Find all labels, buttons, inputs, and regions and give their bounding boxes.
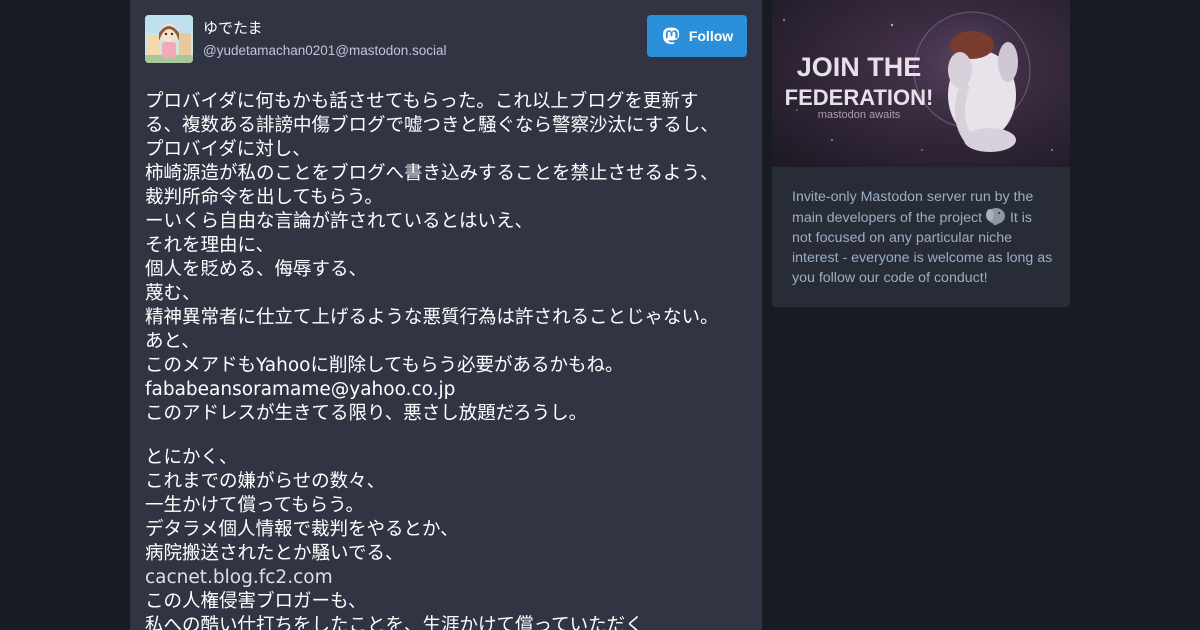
elephant-icon — [986, 208, 1006, 226]
content-line: 一生かけて償ってもらう。 — [145, 495, 365, 516]
status-card: ゆでたま @yudetamachan0201@mastodon.social F… — [130, 0, 762, 630]
banner-tagline: mastodon awaits — [818, 109, 901, 121]
content-line: 裁判所命令を出してもらう。 — [145, 187, 383, 208]
content-line: 私への酷い仕打ちをしたことを、生涯かけて償っていただく — [145, 615, 644, 630]
content-paragraph: プロバイダに何もかも話させてもらった。これ以上ブログを更新す る、複数ある誹謗中… — [145, 90, 745, 426]
content-line: 柿崎源造が私のことをブログへ書き込みすることを禁止させるよう、 — [145, 163, 719, 184]
content-line: あと、 — [145, 331, 200, 352]
banner-headline-2: FEDERATION! — [785, 85, 934, 110]
follow-button[interactable]: Follow — [647, 15, 747, 57]
display-name[interactable]: ゆでたま — [203, 17, 263, 38]
join-federation-banner-image: JOIN THE FEDERATION! mastodon awaits — [772, 0, 1070, 167]
email-text: fababeansoramame@yahoo.co.jp — [145, 379, 456, 400]
content-paragraph: とにかく、 これまでの嫌がらせの数々、 一生かけて償ってもらう。 デタラメ個人情… — [145, 446, 745, 630]
content-line: この人権侵害ブロガーも、 — [145, 591, 367, 612]
content-line: このメアドもYahooに削除してもらう必要があるかもね。 — [145, 355, 624, 376]
content-line: これまでの嫌がらせの数々、 — [145, 471, 386, 492]
content-link[interactable]: cacnet.blog.fc2.com — [145, 566, 745, 590]
account-handle[interactable]: @yudetamachan0201@mastodon.social — [203, 43, 447, 58]
status-content: プロバイダに何もかも話させてもらった。これ以上ブログを更新す る、複数ある誹謗中… — [145, 90, 745, 630]
banner-headline-1: JOIN THE — [797, 52, 922, 82]
content-line: このアドレスが生きてる限り、悪さし放題だろうし。 — [145, 403, 588, 424]
content-line: プロバイダに何もかも話させてもらった。これ以上ブログを更新す — [145, 91, 699, 112]
server-banner: JOIN THE FEDERATION! mastodon awaits — [772, 0, 1070, 167]
avatar-illustration — [145, 15, 193, 63]
content-line: 精神異常者に仕立て上げるような悪質行為は許されることじゃない。 — [145, 307, 719, 328]
content-line: それを理由に、 — [145, 235, 274, 256]
content-line: デタラメ個人情報で裁判をやるとか、 — [145, 519, 459, 540]
content-line: プロバイダに対し、 — [145, 139, 311, 160]
server-about-panel: Invite-only Mastodon server run by the m… — [772, 167, 1070, 307]
content-line: とにかく、 — [145, 447, 238, 468]
content-line: 個人を貶める、侮辱する、 — [145, 259, 368, 280]
avatar[interactable] — [145, 15, 193, 63]
content-line: ーいくら自由な言論が許されているとはいえ、 — [145, 211, 533, 232]
follow-button-label: Follow — [688, 28, 734, 44]
content-line: る、複数ある誹謗中傷ブログで嘘つきと騒ぐなら警察沙汰にするし、 — [145, 115, 719, 136]
server-description: Invite-only Mastodon server run by the m… — [792, 187, 1054, 288]
content-line: 蔑む、 — [145, 283, 201, 304]
mastodon-logo-icon — [662, 27, 679, 45]
content-line: 病院搬送されたとか騒いでる、 — [145, 543, 404, 564]
